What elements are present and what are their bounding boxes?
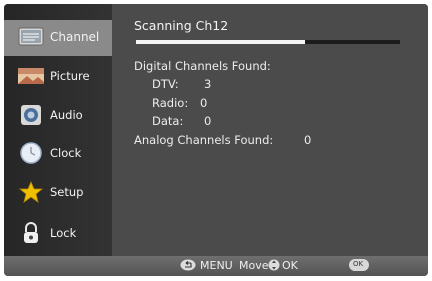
sidebar-menu: Channel Picture Audio Clock Setup Lock [4, 4, 112, 256]
dtv-value: 3 [204, 77, 212, 91]
lock-icon [24, 222, 38, 243]
radio-label: Radio: [152, 96, 189, 110]
audio-icon [21, 105, 41, 125]
scan-progress-fill [136, 40, 305, 44]
sidebar-item-picture[interactable]: Picture [4, 59, 112, 95]
ok-button-icon: OK [349, 259, 369, 271]
clock-icon [20, 142, 42, 164]
navigation-pad-icon [268, 259, 280, 271]
move-hint: Move [239, 259, 269, 272]
sidebar-item-label: Setup [50, 185, 84, 199]
sidebar-item-label: Picture [50, 69, 90, 83]
sidebar-item-label: Lock [50, 226, 77, 240]
scan-title: Scanning Ch12 [134, 18, 229, 33]
scan-progress-bar [136, 40, 400, 44]
sidebar-item-channel[interactable]: Channel [4, 20, 112, 56]
key-hint-bar: MENU Move OK OK [4, 256, 428, 276]
analog-channels-label: Analog Channels Found: [134, 133, 274, 147]
picture-icon [18, 68, 44, 84]
digital-channels-heading: Digital Channels Found: [134, 59, 271, 73]
tv-osd-screen: Channel Picture Audio Clock Setup Lock S… [4, 4, 428, 276]
sidebar-item-label: Channel [50, 30, 100, 44]
ok-button-text: OK [353, 260, 364, 268]
dtv-label: DTV: [152, 77, 179, 91]
data-value: 0 [204, 114, 212, 128]
sidebar-item-label: Audio [50, 108, 83, 122]
radio-value: 0 [200, 96, 208, 110]
sidebar-item-audio[interactable]: Audio [4, 98, 112, 134]
return-arrow-icon [180, 259, 196, 271]
channel-icon [18, 27, 44, 46]
sidebar-item-label: Clock [50, 146, 82, 160]
ok-hint: OK [282, 259, 298, 272]
setup-star-icon [18, 181, 44, 203]
data-label: Data: [152, 114, 184, 128]
scan-panel: Scanning Ch12 Digital Channels Found: DT… [112, 4, 428, 256]
analog-channels-value: 0 [304, 133, 312, 147]
sidebar-item-clock[interactable]: Clock [4, 136, 112, 172]
sidebar-item-setup[interactable]: Setup [4, 175, 112, 211]
menu-hint: MENU [200, 259, 233, 272]
sidebar-item-lock[interactable]: Lock [4, 216, 112, 252]
